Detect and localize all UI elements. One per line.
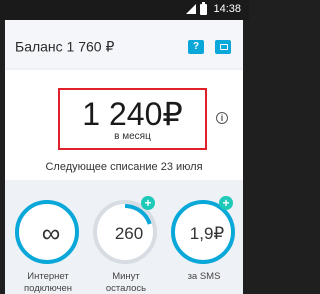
info-icon[interactable]: i: [216, 112, 228, 124]
minutes-value: 260: [114, 224, 144, 243]
usage-label-line2: осталось: [105, 283, 147, 294]
internet-ring: ∞: [15, 200, 79, 264]
status-icons: 14:38: [186, 1, 241, 15]
plan-price: 1 240₽: [82, 96, 183, 132]
usage-label: Интернет подключен: [8, 271, 88, 294]
header: Баланс 1 760 ₽ ?: [5, 20, 243, 68]
usage-row: ∞ Интернет подключен 260 + Минут осталос…: [5, 180, 243, 294]
sms-price: 1,9₽: [189, 224, 225, 243]
add-minutes-button[interactable]: +: [141, 196, 155, 210]
usage-label-line2: подключен: [24, 283, 72, 294]
wallet-button[interactable]: [215, 40, 231, 54]
battery-icon: [200, 1, 208, 15]
status-time: 14:38: [213, 3, 241, 15]
status-bar: 14:38: [0, 0, 249, 20]
usage-label: за SMS: [164, 271, 243, 283]
plan-period: в месяц: [114, 131, 151, 142]
next-charge-text: Следующее списание 23 июля: [45, 161, 203, 173]
usage-label-line1: Минут: [112, 271, 140, 282]
help-button[interactable]: ?: [188, 40, 204, 54]
usage-label-line1: Интернет: [27, 271, 69, 282]
usage-label: Минут осталось: [86, 271, 166, 294]
infinity-icon: ∞: [41, 218, 61, 248]
price-highlight: 1 240₽ в месяц: [58, 88, 207, 150]
add-sms-button[interactable]: +: [219, 196, 233, 210]
balance-title: Баланс 1 760 ₽: [15, 38, 115, 55]
plan-card[interactable]: 1 240₽ в месяц i Следующее списание 23 и…: [5, 70, 243, 180]
usage-label-line1: за SMS: [187, 271, 221, 282]
signal-icon: [186, 4, 197, 14]
app-screen: Баланс 1 760 ₽ ? 1 240₽ в месяц i Следую…: [5, 20, 243, 294]
